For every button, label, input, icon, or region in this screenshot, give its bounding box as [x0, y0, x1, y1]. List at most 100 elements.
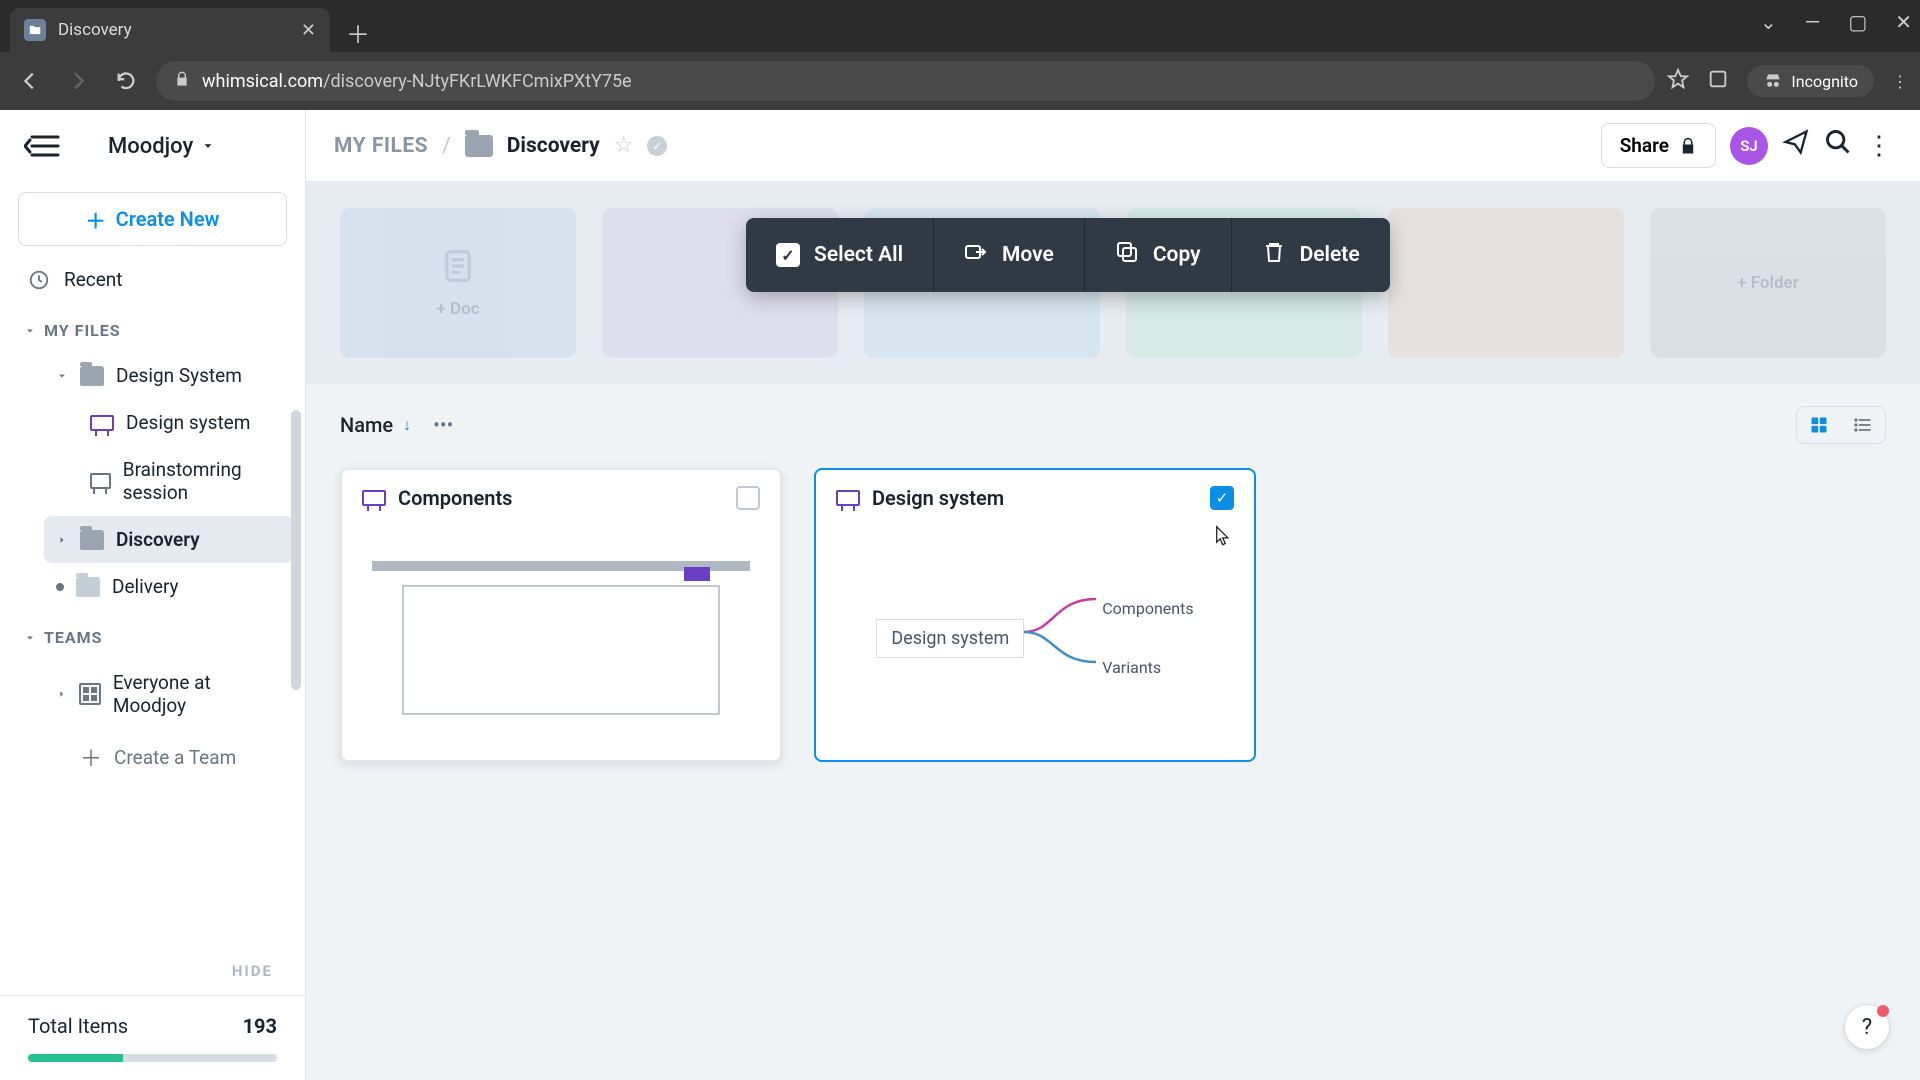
chevron-down-icon[interactable]: ⌄ [1760, 10, 1777, 34]
tree-design-system-board[interactable]: Design system [44, 399, 293, 446]
incognito-icon [1763, 71, 1783, 91]
forward-button[interactable] [60, 70, 96, 92]
my-files-section[interactable]: MY FILES [0, 303, 305, 352]
hide-button[interactable]: HIDE [232, 962, 273, 980]
chevron-down-icon [201, 139, 215, 153]
window-controls: ⌄ ― ▢ ✕ [1760, 10, 1912, 34]
breadcrumb: MY FILES / Discovery ☆ ✓ [334, 133, 667, 158]
cards-grid: Components Design system ✓ [340, 468, 1886, 762]
sort-more-icon[interactable]: ••• [433, 413, 453, 437]
app-header: MY FILES / Discovery ☆ ✓ Share SJ ⋮ [306, 110, 1920, 182]
back-button[interactable] [12, 70, 48, 92]
new-tab-button[interactable]: ＋ [346, 15, 370, 50]
tree-delivery[interactable]: Delivery [44, 563, 293, 610]
grid-view-button[interactable] [1797, 407, 1841, 443]
hamburger-arrow-icon [24, 133, 60, 159]
list-view-button[interactable] [1841, 407, 1885, 443]
star-icon[interactable] [1667, 68, 1689, 94]
url-bar[interactable]: whimsical.com/discovery-NJtyFKrLWKFCmixP… [156, 61, 1655, 101]
usage-progress [28, 1054, 277, 1062]
kebab-menu-icon[interactable]: ⋮ [1892, 72, 1908, 91]
tree-brainstorming[interactable]: Brainstomring session [44, 446, 293, 516]
send-icon[interactable] [1782, 128, 1810, 163]
tree-everyone-team[interactable]: Everyone at Moodjoy [44, 659, 293, 729]
org-icon [79, 683, 100, 705]
sidebar-footer: Total Items 193 [0, 995, 305, 1080]
delete-button[interactable]: Delete [1232, 218, 1390, 292]
breadcrumb-root[interactable]: MY FILES [334, 134, 428, 158]
mindmap-child: Components [1102, 599, 1193, 618]
user-avatar[interactable]: SJ [1730, 127, 1768, 165]
close-window-icon[interactable]: ✕ [1895, 10, 1912, 34]
selection-action-bar: ✓ Select All Move Copy Delete [746, 218, 1390, 292]
create-new-button[interactable]: ＋ Create New [18, 192, 287, 246]
board-icon [90, 415, 114, 431]
help-button[interactable]: ? [1844, 1004, 1890, 1050]
sidebar-recent[interactable]: Recent [0, 256, 305, 303]
tab-title: Discovery [58, 20, 289, 40]
caret-down-icon [24, 632, 36, 644]
lock-icon [1679, 137, 1697, 155]
tree-design-system-folder[interactable]: Design System [44, 352, 293, 399]
browser-tab[interactable]: Discovery ✕ [10, 8, 330, 52]
create-folder-tile[interactable]: + Folder [1650, 208, 1886, 358]
card-checkbox[interactable] [736, 486, 760, 510]
workspace-switcher[interactable]: Moodjoy [108, 134, 215, 159]
sidebar-scrollbar[interactable] [291, 410, 301, 690]
browser-chrome: Discovery ✕ ＋ ⌄ ― ▢ ✕ whimsical.com/disc… [0, 0, 1920, 110]
checkbox-checked-icon: ✓ [776, 243, 800, 267]
extensions-icon[interactable] [1707, 68, 1729, 94]
move-icon [964, 240, 988, 270]
board-icon [362, 490, 386, 506]
card-checkbox[interactable]: ✓ [1210, 486, 1234, 510]
sort-label[interactable]: Name [340, 413, 393, 437]
card-components[interactable]: Components [340, 468, 782, 762]
caret-down-icon [56, 370, 68, 382]
breadcrumb-current: Discovery [507, 134, 600, 158]
create-doc-tile[interactable]: + Doc [340, 208, 576, 358]
clock-icon [28, 269, 50, 291]
maximize-icon[interactable]: ▢ [1848, 10, 1867, 34]
plus-icon: ＋ [86, 205, 106, 234]
mindmap-root: Design system [876, 619, 1024, 658]
caret-down-icon [24, 325, 36, 337]
tree-discovery[interactable]: Discovery [44, 516, 293, 563]
url-text: whimsical.com/discovery-NJtyFKrLWKFCmixP… [202, 71, 632, 92]
select-all-button[interactable]: ✓ Select All [746, 218, 934, 292]
copy-icon [1115, 240, 1139, 270]
plus-icon: ＋ [80, 741, 102, 773]
board-icon [836, 490, 860, 506]
board-icon [90, 473, 111, 489]
search-icon[interactable] [1824, 128, 1852, 163]
create-template-tile[interactable]: template [1388, 208, 1624, 358]
share-button[interactable]: Share [1601, 123, 1716, 168]
total-items-label: Total Items [28, 1014, 128, 1038]
incognito-indicator[interactable]: Incognito [1747, 65, 1874, 97]
main-area: MY FILES / Discovery ☆ ✓ Share SJ ⋮ + Do… [306, 110, 1920, 1080]
folder-icon [80, 530, 104, 550]
tab-close-icon[interactable]: ✕ [301, 20, 316, 41]
kebab-menu-icon[interactable]: ⋮ [1866, 131, 1892, 161]
minimize-icon[interactable]: ― [1805, 10, 1821, 34]
tree-create-team[interactable]: ＋ Create a Team [44, 729, 293, 785]
doc-icon [439, 247, 477, 289]
collapse-sidebar-button[interactable] [24, 133, 60, 159]
status-check-icon[interactable]: ✓ [647, 136, 667, 156]
content-area: Name ↓ ••• Components [306, 384, 1920, 1080]
teams-section[interactable]: TEAMS [0, 610, 305, 659]
reload-button[interactable] [108, 70, 144, 92]
caret-right-icon [56, 534, 68, 546]
copy-button[interactable]: Copy [1085, 218, 1232, 292]
card-design-system[interactable]: Design system ✓ Design system Components… [814, 468, 1256, 762]
view-toggle [1796, 406, 1886, 444]
card-preview: Design system Components Variants [816, 526, 1254, 760]
sort-arrow-down-icon[interactable]: ↓ [403, 415, 411, 435]
move-button[interactable]: Move [934, 218, 1085, 292]
folder-icon [76, 577, 100, 597]
folder-icon [465, 135, 493, 157]
tab-favicon-icon [24, 19, 46, 41]
favorite-star-icon[interactable]: ☆ [614, 133, 634, 158]
dot-icon [56, 583, 64, 591]
total-items-count: 193 [243, 1014, 277, 1038]
app-root: Moodjoy ＋ Create New Recent MY FILES Des… [0, 110, 1920, 1080]
